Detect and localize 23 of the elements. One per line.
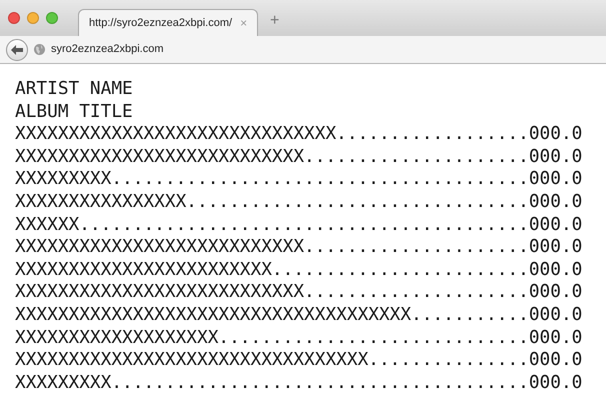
track-line: XXXXXXXXXXXXXXXXXXXXXXXXXXXXXX..................000.0 — [15, 123, 582, 146]
track-line: XXXXXX..........................................000.0 — [15, 214, 582, 236]
track-line: XXXXXXXXXXXXXXXXXXXXXXXXXXXXXXXXXXXXX...........000.0 — [15, 304, 582, 327]
track-line: XXXXXXXXX.......................................000.0 — [15, 372, 582, 394]
maximize-window-icon[interactable] — [46, 12, 58, 24]
track-line: XXXXXXXXXXXXXXXX................................000.0 — [15, 190, 582, 214]
track-line: XXXXXXXXXXXXXXXXXXXXXXXXXXX.....................000.0 — [15, 281, 582, 304]
globe-icon — [34, 44, 45, 55]
track-line: XXXXXXXXXXXXXXXXXXXXXXXXXXX.....................000.0 — [15, 236, 582, 259]
album-title: ALBUM TITLE — [15, 100, 133, 124]
back-button[interactable] — [6, 38, 28, 60]
browser-tab[interactable]: http://syro2eznzea2xbpi.com/ × — [78, 9, 258, 36]
minimize-window-icon[interactable] — [27, 12, 39, 24]
track-line: XXXXXXXXXXXXXXXXXXXXXXXXXXXXXXXXX...............000.0 — [15, 349, 582, 372]
url-text[interactable]: syro2eznzea2xbpi.com — [51, 41, 164, 58]
back-arrow-icon — [11, 44, 23, 54]
track-line: XXXXXXXXXXXXXXXXXXX.............................000.0 — [15, 326, 582, 350]
track-line: XXXXXXXXXXXXXXXXXXXXXXXXXXX.....................000.0 — [15, 146, 582, 168]
close-window-icon[interactable] — [8, 12, 20, 24]
artist-name: ARTIST NAME — [15, 78, 133, 101]
track-line: XXXXXXXXX.......................................000.0 — [15, 168, 582, 191]
track-line: XXXXXXXXXXXXXXXXXXXXXXXX........................000.0 — [15, 258, 582, 282]
tab-title: http://syro2eznzea2xbpi.com/ — [89, 16, 232, 31]
